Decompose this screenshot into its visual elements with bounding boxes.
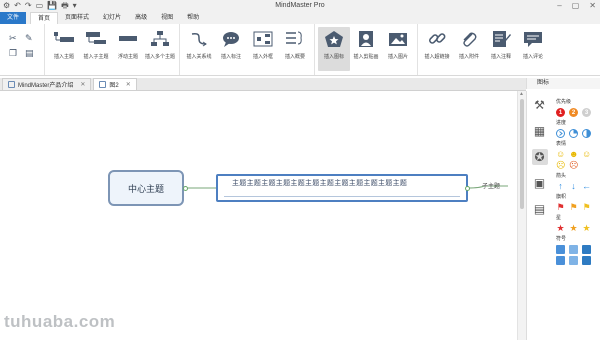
angry-face-icon[interactable]: ☹: [569, 161, 578, 170]
layout-grid-icon[interactable]: ▦: [532, 123, 548, 139]
category-arrows: 箭头: [556, 173, 567, 179]
icon-library-panel: 优先级 1 2 3 进度 表情 ☺ ☻ ☺ ☹ ☹ 箭头 ↑ ↓ ← 旗帜 ⚑ …: [552, 91, 600, 340]
arrow-up-icon[interactable]: ↑: [556, 182, 565, 191]
category-emoji: 表情: [556, 141, 567, 147]
main-topic-text[interactable]: 主题主题主题主题主题主题主题主题主题主题主题主题: [232, 179, 452, 189]
priority-2-icon[interactable]: 2: [569, 108, 578, 117]
watermark: tuhuaba.com: [4, 312, 116, 331]
right-tool-strip: ⚒ ▦ ✪ ▣ ▤: [526, 91, 552, 340]
task-calendar-icon[interactable]: ▤: [532, 201, 548, 217]
category-flags: 旗帜: [556, 194, 567, 200]
progress-start-icon[interactable]: [556, 129, 565, 138]
clipart-library-icon[interactable]: ▣: [532, 175, 548, 191]
arrow-left-icon[interactable]: ←: [582, 182, 591, 191]
red-star-icon[interactable]: ★: [556, 224, 565, 233]
priority-1-icon[interactable]: 1: [556, 108, 565, 117]
scrollbar-thumb[interactable]: [520, 99, 524, 209]
symbol-person-icon[interactable]: [556, 245, 565, 254]
orange-star-icon[interactable]: ★: [569, 224, 578, 233]
smile-icon[interactable]: ☺: [556, 150, 565, 159]
symbol-calendar-icon[interactable]: [582, 256, 591, 265]
main-topic-editing[interactable]: 主题主题主题主题主题主题主题主题主题主题主题主题: [216, 174, 468, 202]
category-priority: 优先级: [556, 99, 572, 105]
symbol-document-icon[interactable]: [582, 245, 591, 254]
main-topic-connector-dot[interactable]: [465, 186, 470, 191]
category-symbols: 符号: [556, 236, 567, 242]
laugh-icon[interactable]: ☺: [582, 150, 591, 159]
symbol-tool-icon[interactable]: [556, 256, 565, 265]
progress-half-icon[interactable]: [582, 129, 591, 138]
central-topic[interactable]: 中心主题: [108, 170, 184, 206]
connector-lines: [186, 185, 508, 189]
arrow-down-icon[interactable]: ↓: [569, 182, 578, 191]
sad-face-icon[interactable]: ☹: [556, 161, 565, 170]
vertical-scrollbar[interactable]: ▲: [517, 91, 526, 340]
progress-quarter-icon[interactable]: [569, 129, 578, 138]
scroll-up-icon[interactable]: ▲: [519, 91, 524, 97]
category-progress: 进度: [556, 120, 567, 126]
icon-library-icon[interactable]: ✪: [531, 149, 548, 165]
subtopic[interactable]: 子主题: [482, 181, 500, 190]
orange-flag-icon[interactable]: ⚑: [569, 203, 578, 212]
central-topic-connector-dot[interactable]: [183, 186, 188, 191]
category-stars: 星: [556, 215, 562, 221]
yellow-star-icon[interactable]: ★: [582, 224, 591, 233]
neutral-face-icon[interactable]: ☻: [569, 150, 578, 159]
yellow-flag-icon[interactable]: ⚑: [582, 203, 591, 212]
red-flag-icon[interactable]: ⚑: [556, 203, 565, 212]
text-cursor-underline: [224, 196, 460, 197]
priority-3-icon[interactable]: 3: [582, 108, 591, 117]
symbol-image-icon[interactable]: [569, 245, 578, 254]
format-brush-icon[interactable]: ⚒: [532, 97, 548, 113]
symbol-phone-icon[interactable]: [569, 256, 578, 265]
